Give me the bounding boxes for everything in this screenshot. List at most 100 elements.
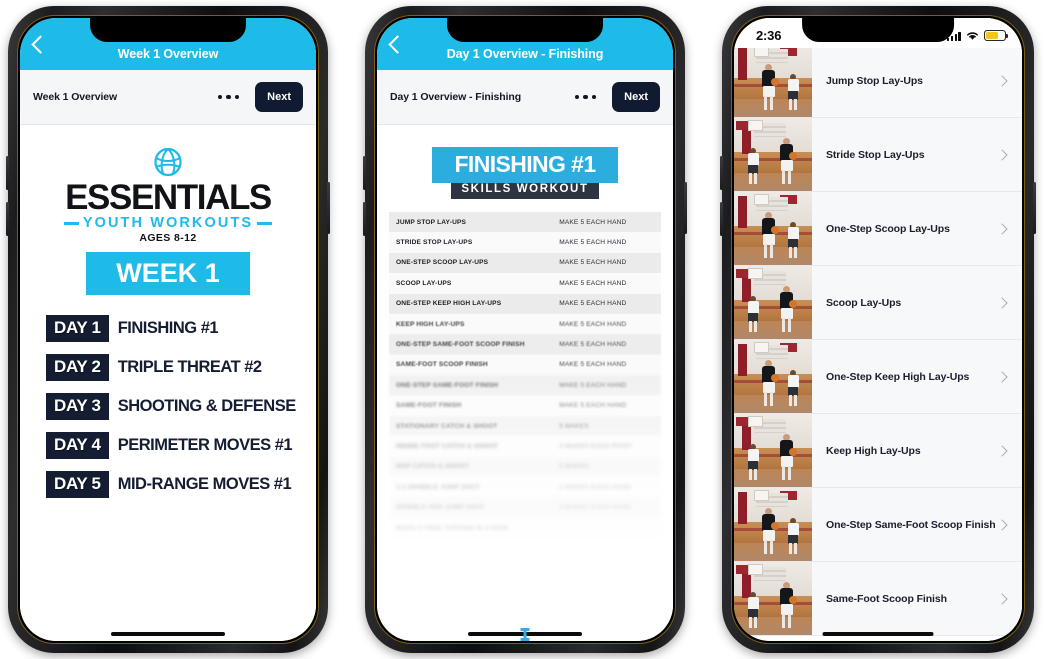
nav-title: Day 1 Overview - Finishing bbox=[446, 46, 604, 61]
phone-1-power[interactable] bbox=[327, 182, 330, 234]
workout-exercise: STATIONARY CATCH & SHOOT bbox=[396, 422, 498, 430]
exercise-thumbnail bbox=[734, 340, 812, 413]
day-name: PERIMETER MOVES #1 bbox=[117, 436, 293, 455]
exercise-label: Jump Stop Lay-Ups bbox=[826, 74, 923, 87]
phone-3-power[interactable] bbox=[1033, 182, 1036, 234]
exercise-list-item[interactable]: Scoop Lay-Ups bbox=[734, 266, 1022, 340]
chevron-right-icon[interactable] bbox=[996, 148, 1008, 161]
chevron-right-icon[interactable] bbox=[996, 296, 1008, 309]
day-row[interactable]: DAY 3 SHOOTING & DEFENSE bbox=[46, 393, 302, 421]
week-badge: WEEK 1 bbox=[86, 252, 250, 296]
workout-row: INSIDE FOOT CATCH & SHOOT 3 MAKES EACH PI… bbox=[389, 436, 661, 457]
workout-row: DRIBBLE HOP JUMP SHOT 3 MAKES EACH HAND bbox=[389, 497, 661, 518]
workout-row: SAME-FOOT FINISH MAKE 5 EACH HAND bbox=[389, 395, 661, 416]
phone-1-volume-down[interactable] bbox=[6, 202, 9, 236]
workout-exercise: KEEP HIGH LAY-UPS bbox=[396, 320, 465, 328]
chevron-right-icon[interactable] bbox=[996, 518, 1008, 531]
exercise-label: Stride Stop Lay-Ups bbox=[826, 148, 925, 161]
phone-2-volume-up[interactable] bbox=[363, 156, 366, 190]
exercise-list-item[interactable]: Jump Stop Lay-Ups bbox=[734, 44, 1022, 118]
day-name: SHOOTING & DEFENSE bbox=[117, 397, 297, 416]
workout-exercise: SAME-FOOT FINISH bbox=[396, 402, 462, 410]
wifi-icon bbox=[967, 32, 978, 40]
exercise-thumbnail bbox=[734, 118, 812, 191]
workout-exercise: ONE-STEP SAME-FOOT FINISH bbox=[396, 381, 499, 389]
phone-2-volume-down[interactable] bbox=[363, 202, 366, 236]
day-row[interactable]: DAY 4 PERIMETER MOVES #1 bbox=[46, 432, 302, 460]
day-row[interactable]: DAY 2 TRIPLE THREAT #2 bbox=[46, 354, 302, 382]
phone-1-screen: Week 1 Overview Week 1 Overview Next ESS… bbox=[20, 18, 316, 641]
exercise-list-item[interactable]: One-Step Scoop Lay-Ups bbox=[734, 192, 1022, 266]
workout-reps: 5 MAKES bbox=[559, 422, 589, 430]
workout-header: FINISHING #1 SKILLS WORKOUT bbox=[377, 147, 673, 199]
logo-tagline-row: YOUTH WORKOUTS bbox=[34, 215, 302, 231]
exercise-label: Same-Foot Scoop Finish bbox=[826, 592, 947, 605]
workout-exercise: SCOOP LAY-UPS bbox=[396, 279, 452, 287]
logo-tagline: YOUTH WORKOUTS bbox=[82, 215, 254, 232]
day-list: DAY 1 FINISHING #1 DAY 2 TRIPLE THREAT #… bbox=[34, 315, 302, 499]
exercise-list-item[interactable]: One-Step Same-Foot Scoop Finish bbox=[734, 488, 1022, 562]
exercise-list-item[interactable]: Same-Foot Scoop Finish bbox=[734, 562, 1022, 636]
workout-row: ONE-STEP SAME-FOOT SCOOP FINISH MAKE 5 EA… bbox=[389, 334, 661, 355]
chevron-right-icon[interactable] bbox=[996, 370, 1008, 383]
workout-exercise: MAKE 2 FREE THROWS IN A ROW bbox=[396, 524, 508, 532]
text-selection-handle[interactable] bbox=[520, 628, 530, 641]
nav-title: Week 1 Overview bbox=[117, 46, 219, 61]
logo-ages: AGES 8-12 bbox=[139, 232, 197, 245]
day-row[interactable]: DAY 5 MID-RANGE MOVES #1 bbox=[46, 471, 302, 499]
exercise-thumbnail bbox=[734, 44, 812, 117]
workout-reps: MAKE 5 EACH HAND bbox=[559, 320, 627, 328]
phone-3-volume-up[interactable] bbox=[720, 156, 723, 190]
more-dots-icon[interactable] bbox=[217, 94, 240, 100]
more-dots-icon[interactable] bbox=[574, 94, 597, 100]
phone-3-volume-down[interactable] bbox=[720, 202, 723, 236]
workout-reps: MAKE 5 EACH HAND bbox=[559, 341, 627, 349]
chevron-right-icon[interactable] bbox=[996, 592, 1008, 605]
phone-1-volume-up[interactable] bbox=[6, 156, 9, 190]
workout-row: MAKE 2 FREE THROWS IN A ROW bbox=[389, 517, 661, 539]
next-button[interactable]: Next bbox=[255, 82, 303, 112]
phone-3-exercise-list: 2:36 Jump Stop Lay-Ups Stride Stop Lay-Up… bbox=[720, 6, 1036, 653]
chevron-right-icon[interactable] bbox=[996, 444, 1008, 457]
day-row[interactable]: DAY 1 FINISHING #1 bbox=[46, 315, 302, 343]
exercise-label: Scoop Lay-Ups bbox=[826, 296, 902, 309]
next-button[interactable]: Next bbox=[612, 82, 660, 112]
workout-exercise: STRIDE STOP LAY-UPS bbox=[396, 239, 473, 247]
workout-row: STATIONARY CATCH & SHOOT 5 MAKES bbox=[389, 415, 661, 437]
chevron-right-icon[interactable] bbox=[996, 74, 1008, 87]
day-tag: DAY 2 bbox=[46, 354, 109, 382]
exercise-list-item[interactable]: Stride Stop Lay-Ups bbox=[734, 118, 1022, 192]
exercise-thumbnail bbox=[734, 414, 812, 487]
phone-2-content: FINISHING #1 SKILLS WORKOUT JUMP STOP LA… bbox=[377, 125, 673, 641]
chevron-right-icon[interactable] bbox=[996, 222, 1008, 235]
workout-row: 1-2 DRIBBLE JUMP SHOT 3 MAKES EACH HAND bbox=[389, 477, 661, 498]
exercise-thumbnail bbox=[734, 266, 812, 339]
exercise-thumbnail bbox=[734, 488, 812, 561]
phone-2-screen: Day 1 Overview - Finishing Day 1 Overvie… bbox=[377, 18, 673, 641]
phone-1-home-indicator[interactable] bbox=[111, 632, 225, 636]
tagline-rule-left bbox=[63, 222, 79, 225]
workout-row: STRIDE STOP LAY-UPS MAKE 5 EACH HAND bbox=[389, 232, 661, 253]
workout-exercise: DRIBBLE HOP JUMP SHOT bbox=[396, 504, 485, 512]
workout-row: JUMP STOP LAY-UPS MAKE 5 EACH HAND bbox=[389, 212, 661, 233]
workout-subtitle: SKILLS WORKOUT bbox=[451, 180, 599, 199]
workout-exercise: ONE-STEP SCOOP LAY-UPS bbox=[396, 259, 489, 267]
day-name: FINISHING #1 bbox=[117, 319, 219, 338]
status-indicators bbox=[946, 30, 1009, 41]
logo-brand: ESSENTIALS bbox=[65, 178, 272, 217]
phone-1-week-overview: Week 1 Overview Week 1 Overview Next ESS… bbox=[6, 6, 330, 653]
workout-reps: MAKE 5 EACH HAND bbox=[559, 361, 627, 369]
phone-2-power[interactable] bbox=[684, 182, 687, 234]
phone-2-day-overview: Day 1 Overview - Finishing Day 1 Overvie… bbox=[363, 6, 687, 653]
workout-reps: MAKE 5 EACH HAND bbox=[559, 381, 627, 389]
workout-reps: MAKE 5 EACH HAND bbox=[559, 239, 627, 247]
exercise-list-item[interactable]: One-Step Keep High Lay-Ups bbox=[734, 340, 1022, 414]
workout-row: ONE-STEP KEEP HIGH LAY-UPS MAKE 5 EACH HA… bbox=[389, 293, 661, 314]
phone-2-toolbar: Day 1 Overview - Finishing Next bbox=[377, 70, 673, 125]
tagline-rule-right bbox=[257, 222, 273, 225]
workout-exercise: ONE-STEP KEEP HIGH LAY-UPS bbox=[396, 300, 502, 308]
phone-3-home-indicator[interactable] bbox=[822, 632, 934, 636]
exercise-list-item[interactable]: Keep High Lay-Ups bbox=[734, 414, 1022, 488]
workout-table: JUMP STOP LAY-UPS MAKE 5 EACH HAND STRIDE … bbox=[389, 212, 661, 539]
workout-reps: 3 MAKES EACH HAND bbox=[559, 483, 631, 491]
